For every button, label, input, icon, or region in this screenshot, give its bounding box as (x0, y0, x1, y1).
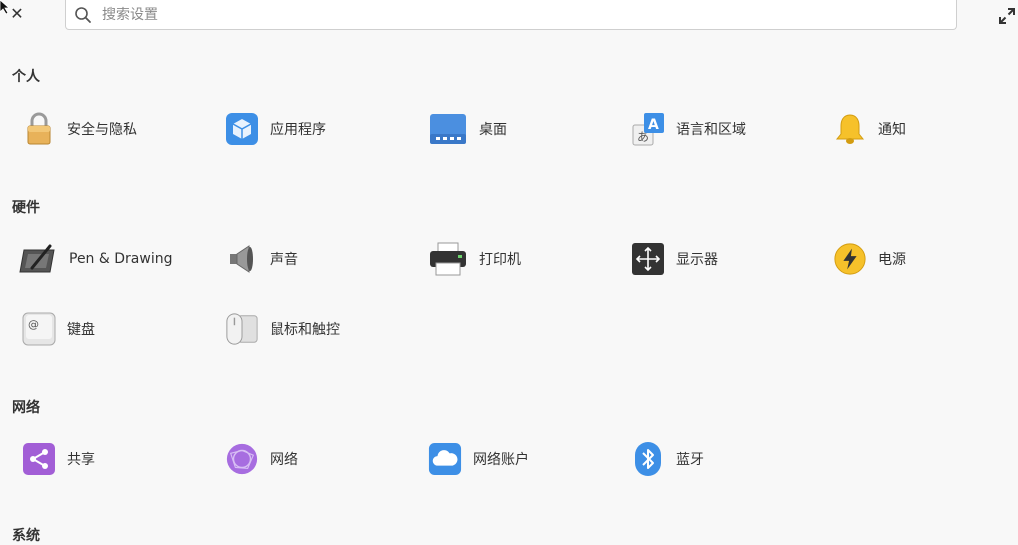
mouse-pointer-icon (0, 0, 11, 14)
item-label: 网络账户 (473, 452, 529, 468)
item-label: 声音 (270, 252, 298, 268)
section-title-personal: 个人 (12, 69, 40, 85)
settings-item-sharing[interactable]: 共享 (18, 439, 95, 479)
item-label: 应用程序 (270, 122, 326, 138)
item-label: 网络 (270, 452, 298, 468)
tablet-pen-icon (18, 242, 58, 276)
settings-item-applications[interactable]: 应用程序 (221, 109, 326, 149)
expand-icon[interactable] (998, 7, 1016, 25)
section-title-network: 网络 (12, 400, 40, 416)
share-icon (22, 442, 56, 476)
search-input[interactable] (100, 4, 944, 26)
settings-item-bluetooth[interactable]: 蓝牙 (627, 439, 704, 479)
item-label: 打印机 (479, 252, 521, 268)
settings-item-network[interactable]: 网络 (221, 439, 298, 479)
language-icon: あ A (631, 112, 665, 146)
svg-text:A: A (648, 117, 659, 133)
item-label: 安全与隐私 (67, 122, 137, 138)
item-label: 鼠标和触控 (270, 322, 340, 338)
close-icon: ✕ (10, 4, 24, 23)
cloud-icon (428, 442, 462, 476)
bell-icon (833, 112, 867, 146)
item-label: 桌面 (479, 122, 507, 138)
settings-item-notifications[interactable]: 通知 (829, 109, 906, 149)
section-title-system: 系统 (12, 528, 40, 544)
item-label: 共享 (67, 452, 95, 468)
item-label: Pen & Drawing (69, 251, 173, 267)
top-bar: ✕ (0, 0, 1018, 36)
settings-item-power[interactable]: 电源 (829, 239, 906, 279)
settings-item-displays[interactable]: 显示器 (627, 239, 718, 279)
applications-icon (225, 112, 259, 146)
settings-item-sound[interactable]: 声音 (221, 239, 298, 279)
svg-text:@: @ (28, 318, 39, 331)
keyboard-icon: @ (22, 312, 56, 346)
settings-item-desktop[interactable]: 桌面 (424, 109, 507, 149)
power-icon (833, 242, 867, 276)
settings-item-mouse-touchpad[interactable]: 鼠标和触控 (221, 309, 340, 349)
speaker-icon (225, 242, 259, 276)
settings-item-pen-drawing[interactable]: Pen & Drawing (14, 239, 172, 279)
bluetooth-icon (631, 442, 665, 476)
lock-icon (22, 112, 56, 146)
item-label: 语言和区域 (676, 122, 746, 138)
search-box[interactable] (65, 0, 957, 30)
mouse-icon (225, 312, 259, 346)
item-label: 蓝牙 (676, 452, 704, 468)
search-icon (75, 7, 91, 23)
settings-item-printers[interactable]: 打印机 (424, 239, 521, 279)
item-label: 显示器 (676, 252, 718, 268)
printer-icon (428, 242, 468, 276)
item-label: 键盘 (67, 322, 95, 338)
item-label: 通知 (878, 122, 906, 138)
display-icon (631, 242, 665, 276)
item-label: 电源 (878, 252, 906, 268)
settings-item-security-privacy[interactable]: 安全与隐私 (18, 109, 137, 149)
network-icon (225, 442, 259, 476)
settings-item-keyboard[interactable]: @ 键盘 (18, 309, 95, 349)
settings-item-online-accounts[interactable]: 网络账户 (424, 439, 529, 479)
section-title-hardware: 硬件 (12, 200, 40, 216)
settings-item-language-region[interactable]: あ A 语言和区域 (627, 109, 746, 149)
desktop-icon (428, 112, 468, 146)
